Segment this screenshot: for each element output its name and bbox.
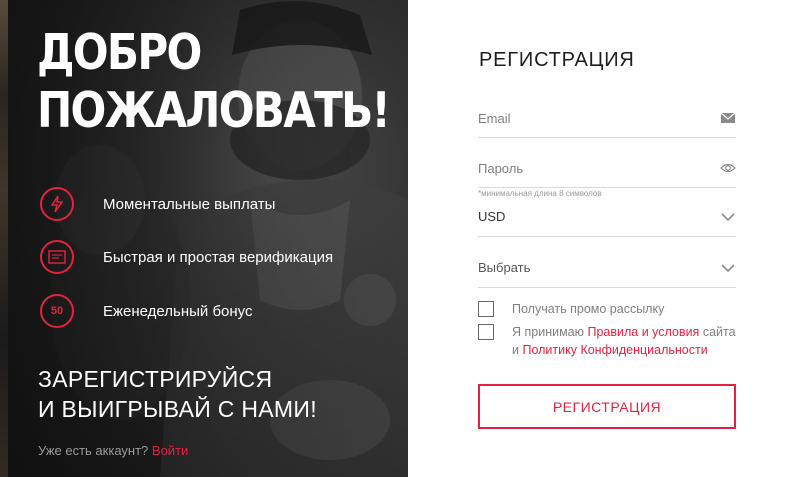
- welcome-headline: ДОБРО ПОЖАЛОВАТЬ!: [37, 24, 391, 139]
- eye-icon[interactable]: [720, 160, 736, 176]
- instant-payout-icon: [40, 187, 74, 221]
- feature-label: Моментальные выплаты: [103, 195, 276, 213]
- login-link[interactable]: Войти: [152, 443, 188, 458]
- terms-link[interactable]: Правила и условия: [588, 325, 700, 339]
- email-field[interactable]: Email: [478, 106, 736, 138]
- chevron-down-icon: [721, 264, 735, 273]
- feature-label: Быстрая и простая верификация: [103, 248, 334, 266]
- feature-label: Еженедельный бонус: [103, 302, 253, 320]
- password-placeholder: Пароль: [478, 161, 524, 176]
- promo-checkbox-label: Получать промо рассылку: [512, 302, 665, 316]
- option-select[interactable]: Выбрать: [478, 256, 736, 288]
- feature-item-verification: Быстрая и простая верификация: [40, 240, 333, 274]
- registration-form: РЕГИСТРАЦИЯ Email Пароль *минимальная дл…: [408, 0, 807, 477]
- terms-checkbox[interactable]: [478, 324, 494, 340]
- password-field[interactable]: Пароль: [478, 156, 736, 188]
- form-title: РЕГИСТРАЦИЯ: [479, 49, 635, 71]
- email-placeholder: Email: [478, 111, 511, 126]
- terms-checkbox-row: Я принимаю Правила и условия сайта и Пол…: [478, 324, 736, 359]
- promo-checkbox[interactable]: [478, 301, 494, 317]
- select-placeholder: Выбрать: [478, 260, 531, 275]
- password-hint: *минимальная длина 8 символов: [478, 189, 602, 198]
- currency-select[interactable]: USD: [478, 205, 736, 237]
- register-button[interactable]: РЕГИСТРАЦИЯ: [478, 384, 736, 429]
- promo-checkbox-row: Получать промо рассылку: [478, 301, 664, 318]
- chevron-down-icon: [721, 213, 735, 222]
- privacy-link[interactable]: Политику Конфиденциальности: [522, 343, 707, 357]
- id-card-icon: [40, 240, 74, 274]
- login-prompt: Уже есть аккаунт? Войти: [38, 443, 189, 458]
- bonus-50-icon: 50: [40, 294, 74, 328]
- terms-label: Я принимаю Правила и условия сайта и Пол…: [512, 325, 736, 357]
- promo-panel: ДОБРО ПОЖАЛОВАТЬ! Моментальные выплаты Б…: [0, 0, 408, 477]
- envelope-icon: [720, 112, 736, 123]
- cta-text: ЗАРЕГИСТРИРУЙСЯ И ВЫИГРЫВАЙ С НАМИ!: [38, 366, 317, 422]
- feature-item-weekly-bonus: 50 Еженедельный бонус: [40, 294, 253, 328]
- currency-value: USD: [478, 209, 506, 224]
- feature-item-instant-payout: Моментальные выплаты: [40, 187, 275, 221]
